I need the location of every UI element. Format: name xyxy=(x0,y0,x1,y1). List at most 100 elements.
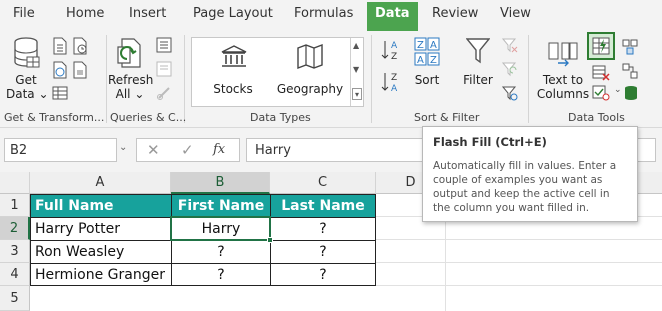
data-validation-dropdown-icon[interactable]: ⌄ xyxy=(614,85,622,95)
row-header-1[interactable]: 1 xyxy=(0,194,30,217)
refresh-label-2: All ⌄ xyxy=(115,87,145,101)
properties-icon[interactable] xyxy=(156,61,172,77)
tooltip-body: Automatically fill in values. Enter a co… xyxy=(433,160,617,214)
flash-fill-icon xyxy=(592,37,610,55)
cell-c2[interactable]: ? xyxy=(271,218,375,241)
reapply-icon[interactable] xyxy=(502,61,518,77)
cell-a2[interactable]: Harry Potter xyxy=(31,218,172,241)
enter-icon[interactable]: ✓ xyxy=(181,141,194,159)
tab-view[interactable]: View xyxy=(500,6,531,21)
cell-a3[interactable]: Ron Weasley xyxy=(31,241,172,264)
sort-za-icon[interactable]: ZA xyxy=(381,71,403,93)
group-separator xyxy=(106,35,107,123)
tab-insert[interactable]: Insert xyxy=(129,6,166,21)
header-full-name[interactable]: Full Name xyxy=(31,195,172,218)
refresh-all-button[interactable]: Refresh All ⌄ xyxy=(108,35,154,101)
group-label-data-tools: Data Tools xyxy=(568,111,625,124)
from-web-icon[interactable] xyxy=(52,61,68,79)
row-header-4[interactable]: 4 xyxy=(0,263,30,286)
svg-text:A: A xyxy=(417,55,424,66)
row-header-3[interactable]: 3 xyxy=(0,240,30,263)
group-label-get-transform: Get & Transform... xyxy=(4,111,105,124)
group-separator xyxy=(184,35,185,123)
row-header-2[interactable]: 2 xyxy=(0,217,30,240)
cell-c3[interactable]: ? xyxy=(271,241,375,264)
svg-text:Z: Z xyxy=(417,40,424,51)
bank-icon xyxy=(221,45,247,67)
relationships-icon[interactable] xyxy=(622,63,638,79)
edit-links-icon[interactable] xyxy=(156,85,172,101)
stocks-button[interactable]: Stocks xyxy=(198,42,268,102)
text-to-columns-icon xyxy=(548,42,578,67)
database-icon xyxy=(14,37,40,68)
cell-b4[interactable]: ? xyxy=(172,264,271,286)
get-data-label-1: Get xyxy=(15,73,37,87)
tab-data[interactable]: Data xyxy=(367,2,418,31)
refresh-icon xyxy=(117,38,141,68)
from-text-icon[interactable] xyxy=(52,37,68,55)
clear-filter-icon[interactable] xyxy=(502,37,518,53)
recent-sources-icon[interactable] xyxy=(72,37,88,55)
gridline xyxy=(376,239,662,240)
map-icon xyxy=(297,44,323,70)
name-box-dropdown-icon[interactable]: ⌄ xyxy=(119,142,127,153)
get-data-button[interactable]: Get Data ⌄ xyxy=(6,35,49,101)
formula-buttons: ✕ ✓ fx xyxy=(136,138,240,162)
svg-text:Z: Z xyxy=(430,55,437,66)
text-to-columns-label-1: Text to xyxy=(542,73,584,87)
flash-fill-tooltip: Flash Fill (Ctrl+E) Automatically fill i… xyxy=(422,126,638,222)
gallery-scroll[interactable]: ▲ ▼ ▾ xyxy=(350,38,363,106)
tab-page-layout[interactable]: Page Layout xyxy=(193,6,273,21)
tab-home[interactable]: Home xyxy=(66,6,104,21)
column-header-b[interactable]: B xyxy=(171,172,270,194)
group-label-data-types: Data Types xyxy=(250,111,311,124)
manage-data-model-icon[interactable] xyxy=(624,85,638,101)
header-first-name[interactable]: First Name xyxy=(172,195,271,218)
tab-review[interactable]: Review xyxy=(432,6,478,21)
scroll-up-icon[interactable]: ▲ xyxy=(353,40,359,51)
text-to-columns-label-2: Columns xyxy=(536,87,590,101)
gridline xyxy=(376,262,662,263)
header-last-name[interactable]: Last Name xyxy=(271,195,375,218)
gallery-more-icon[interactable]: ▾ xyxy=(352,88,362,100)
tab-file[interactable]: File xyxy=(13,6,35,21)
scroll-down-icon[interactable]: ▼ xyxy=(353,64,359,75)
svg-text:A: A xyxy=(391,84,398,93)
sort-az-icon[interactable]: AZ xyxy=(381,39,403,61)
refresh-label-1: Refresh xyxy=(108,73,154,87)
filter-label: Filter xyxy=(463,73,493,87)
advanced-filter-icon[interactable] xyxy=(502,85,518,101)
existing-connections-icon[interactable] xyxy=(72,61,88,79)
group-label-queries: Queries & C... xyxy=(110,111,187,124)
remove-duplicates-icon[interactable] xyxy=(592,65,610,81)
from-table-icon[interactable] xyxy=(52,85,68,101)
active-cell-outline xyxy=(170,216,271,241)
queries-connections-icon[interactable] xyxy=(156,37,172,53)
fill-handle[interactable] xyxy=(267,237,273,243)
column-header-a[interactable]: A xyxy=(30,172,171,194)
sort-button[interactable]: Z A A Z Sort xyxy=(410,35,444,101)
filter-button[interactable]: Filter xyxy=(460,35,496,101)
get-data-label-2: Data ⌄ xyxy=(6,87,49,101)
column-header-c[interactable]: C xyxy=(270,172,376,194)
svg-text:A: A xyxy=(391,41,398,51)
tab-formulas[interactable]: Formulas xyxy=(294,6,353,21)
name-box[interactable]: B2 xyxy=(4,138,117,162)
text-to-columns-button[interactable]: Text to Columns xyxy=(536,35,590,101)
geography-label: Geography xyxy=(276,82,344,96)
row-header-5[interactable]: 5 xyxy=(0,286,30,311)
select-all-corner[interactable] xyxy=(0,172,30,194)
insert-function-icon[interactable]: fx xyxy=(213,142,225,157)
group-separator xyxy=(528,35,529,123)
data-validation-icon[interactable] xyxy=(592,85,610,101)
cell-b3[interactable]: ? xyxy=(172,241,271,264)
cell-a4[interactable]: Hermione Granger xyxy=(31,264,172,286)
cancel-icon[interactable]: ✕ xyxy=(147,141,160,159)
flash-fill-button[interactable] xyxy=(587,32,615,60)
consolidate-icon[interactable] xyxy=(622,39,638,55)
svg-text:Z: Z xyxy=(391,73,397,83)
cell-c4[interactable]: ? xyxy=(271,264,375,286)
name-box-value: B2 xyxy=(10,143,28,158)
svg-text:Z: Z xyxy=(391,52,397,61)
geography-button[interactable]: Geography xyxy=(272,42,348,102)
